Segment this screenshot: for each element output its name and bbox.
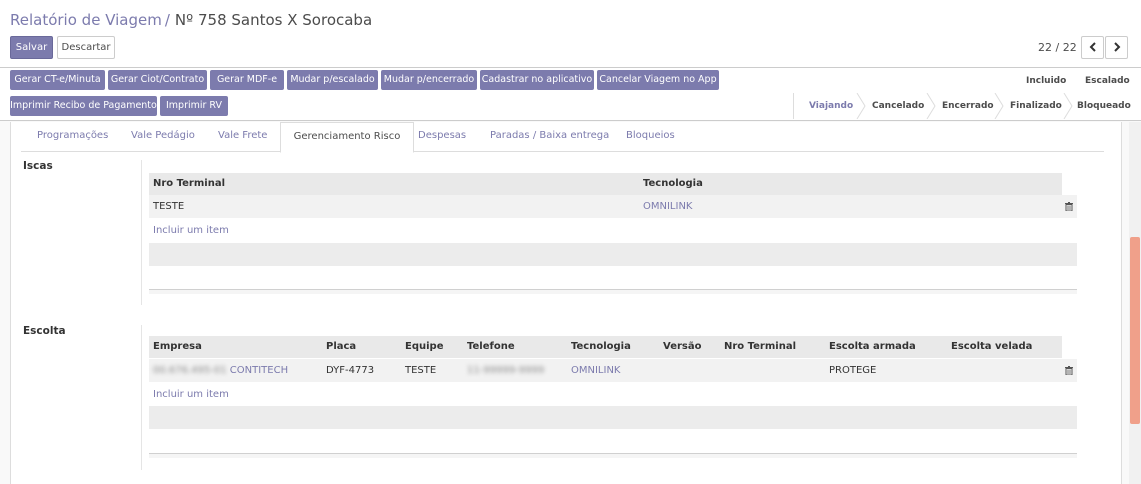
form-header: Gerar CT-e/Minuta Gerar Ciot/Contrato Ge…: [0, 68, 1141, 121]
pager-prev-button[interactable]: [1081, 36, 1104, 59]
iscas-tecnologia-cell[interactable]: OMNILINK: [643, 195, 693, 218]
mudar-escalado-button[interactable]: Mudar p/escalado: [287, 70, 378, 90]
form-sheet: Programações Vale Pedágio Vale Frete Ger…: [10, 122, 1122, 484]
imprimir-rv-button[interactable]: Imprimir RV: [160, 96, 228, 116]
column-header[interactable]: Escolta armada: [829, 336, 916, 358]
escolta-label: Escolta: [23, 325, 66, 337]
column-header[interactable]: Escolta velada: [951, 336, 1032, 358]
table-footer: [149, 289, 1077, 294]
tab-vale-frete[interactable]: Vale Frete: [218, 122, 267, 152]
save-button[interactable]: Salvar: [10, 36, 53, 59]
column-header[interactable]: Nro Terminal: [153, 173, 225, 195]
status-incluido[interactable]: Incluido: [1026, 73, 1066, 89]
status-encerrado[interactable]: Encerrado: [942, 93, 994, 119]
breadcrumb-current: Nº 758 Santos X Sorocaba: [174, 11, 373, 29]
gerar-mdfe-button[interactable]: Gerar MDF-e: [210, 70, 284, 90]
status-chevron: [856, 93, 866, 119]
escolta-armada-cell: PROTEGE: [829, 365, 877, 376]
tab-vale-pedagio[interactable]: Vale Pedágio: [131, 122, 195, 152]
breadcrumb-separator: /: [164, 11, 170, 29]
cancelar-viagem-app-button[interactable]: Cancelar Viagem no App: [597, 70, 719, 90]
status-bloqueado[interactable]: Bloqueado: [1077, 93, 1131, 119]
escolta-empresa-cell[interactable]: 00.676.495-01 CONTITECH: [153, 359, 288, 382]
empty-row: [149, 406, 1077, 429]
escolta-placa-cell: DYF-4773: [326, 365, 375, 376]
column-header[interactable]: Telefone: [467, 336, 515, 358]
discard-button[interactable]: Descartar: [57, 36, 115, 59]
column-header[interactable]: Nro Terminal: [724, 336, 796, 358]
column-header[interactable]: Empresa: [153, 336, 202, 358]
control-panel: Relatório de Viagem / Nº 758 Santos X Soro…: [0, 0, 1141, 68]
tab-despesas[interactable]: Despesas: [418, 122, 466, 152]
scrollbar-thumb[interactable]: [1130, 237, 1140, 424]
mudar-encerrado-button[interactable]: Mudar p/encerrado: [381, 70, 477, 90]
tab-gerenciamento-risco[interactable]: Gerenciamento Risco: [280, 122, 414, 153]
status-cancelado[interactable]: Cancelado: [872, 93, 924, 119]
chevron-left-icon: [1089, 42, 1096, 52]
iscas-table-header: Nro Terminal Tecnologia: [149, 173, 1062, 195]
column-header[interactable]: Tecnologia: [571, 336, 631, 358]
table-row[interactable]: TESTE OMNILINK: [149, 195, 1077, 218]
tab-paradas-baixa-entrega[interactable]: Paradas / Baixa entrega: [490, 122, 609, 152]
column-header[interactable]: Versão: [663, 336, 701, 358]
column-header[interactable]: Placa: [326, 336, 356, 358]
trash-icon[interactable]: [1065, 202, 1073, 211]
table-row[interactable]: 00.676.495-01 CONTITECH DYF-4773 TESTE 1…: [149, 359, 1077, 382]
gerar-cte-button[interactable]: Gerar CT-e/Minuta: [10, 70, 105, 90]
trash-icon[interactable]: [1065, 366, 1073, 375]
status-escalado[interactable]: Escalado: [1085, 73, 1130, 89]
statusbar: Viajando Cancelado Encerrado Finalizado …: [793, 93, 1133, 119]
chevron-right-icon: [1113, 42, 1120, 52]
breadcrumb-parent[interactable]: Relatório de Viagem: [10, 11, 162, 29]
notebook-tabs: Programações Vale Pedágio Vale Frete Ger…: [21, 122, 1104, 153]
field-divider: [141, 160, 142, 305]
escolta-tecnologia-cell[interactable]: OMNILINK: [571, 359, 621, 382]
escolta-telefone-cell: 11-99999-9999: [467, 365, 545, 376]
table-footer: [149, 453, 1077, 458]
status-chevron: [926, 93, 936, 119]
status-chevron: [1063, 93, 1073, 119]
escolta-equipe-cell: TESTE: [405, 365, 437, 376]
field-divider: [141, 325, 142, 470]
empresa-name[interactable]: CONTITECH: [230, 365, 288, 376]
iscas-label: Iscas: [23, 160, 53, 172]
empty-row: [149, 243, 1077, 266]
pager-next-button[interactable]: [1105, 36, 1128, 59]
column-header[interactable]: Tecnologia: [643, 173, 703, 195]
empresa-cnpj-blurred: 00.676.495-01: [153, 365, 227, 376]
gerar-ciot-button[interactable]: Gerar Ciot/Contrato: [108, 70, 207, 90]
column-header[interactable]: Equipe: [405, 336, 443, 358]
status-viajando[interactable]: Viajando: [809, 93, 853, 119]
iscas-add-item-link[interactable]: Incluir um item: [153, 225, 229, 236]
cadastrar-aplicativo-button[interactable]: Cadastrar no aplicativo: [480, 70, 594, 90]
escolta-table-header: Empresa Placa Equipe Telefone Tecnologia…: [149, 336, 1062, 358]
escolta-add-item-link[interactable]: Incluir um item: [153, 389, 229, 400]
iscas-nro-terminal-cell: TESTE: [153, 201, 185, 212]
status-finalizado[interactable]: Finalizado: [1010, 93, 1062, 119]
status-chevron: [994, 93, 1004, 119]
imprimir-recibo-button[interactable]: Imprimir Recibo de Pagamento: [10, 96, 157, 116]
pager-value[interactable]: 22 / 22: [1038, 41, 1077, 54]
tab-bloqueios[interactable]: Bloqueios: [626, 122, 675, 152]
breadcrumb: Relatório de Viagem / Nº 758 Santos X Soro…: [10, 11, 372, 29]
tab-programacoes[interactable]: Programações: [37, 122, 108, 152]
